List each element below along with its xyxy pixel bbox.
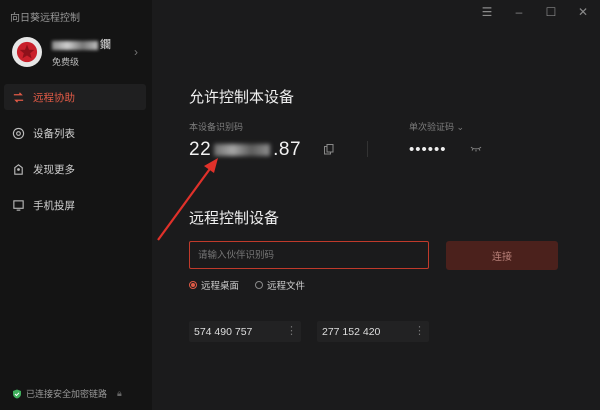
sidebar: 向日葵远程控制 鑭 免费级 › 远程协助 设备列表 发现更多 手机投屏 已连接安… <box>0 0 152 410</box>
avatar <box>12 37 42 67</box>
password-label[interactable]: 单次验证码 ⌄ <box>409 120 464 133</box>
red-arrow-annotation <box>157 158 218 241</box>
recent-device-2[interactable]: 277 152 420 ⋮ <box>317 321 429 342</box>
mode-selector: 远程桌面 远程文件 <box>189 278 305 292</box>
remote-assist-icon <box>13 91 24 103</box>
screen-mirror-icon <box>13 199 24 211</box>
nav-label: 设备列表 <box>33 127 75 140</box>
recent-device-1[interactable]: 574 490 757 ⋮ <box>189 321 301 342</box>
app-title: 向日葵远程控制 <box>10 13 80 24</box>
account-tier: 免费级 <box>52 57 80 67</box>
discover-icon <box>14 163 23 175</box>
allow-control-title: 允许控制本设备 <box>189 89 295 106</box>
more-options-icon[interactable]: ⋮ <box>414 324 425 337</box>
nav-item-discover[interactable]: 发现更多 <box>4 156 146 182</box>
nav-label: 发现更多 <box>33 163 75 176</box>
radio-remote-file[interactable]: 远程文件 <box>255 278 305 292</box>
username-redacted <box>52 40 98 50</box>
chevron-down-icon: ⌄ <box>456 122 465 132</box>
eye-hidden-icon[interactable] <box>470 142 482 154</box>
chevron-right-icon[interactable]: › <box>134 45 138 59</box>
partner-id-input[interactable] <box>189 241 429 269</box>
copy-icon[interactable] <box>324 144 334 155</box>
nav-item-remote-assist[interactable]: 远程协助 <box>4 84 146 110</box>
status-text: 已连接安全加密链路 <box>26 389 108 399</box>
one-time-password: •••••• <box>409 141 447 158</box>
nav-label: 远程协助 <box>33 91 75 104</box>
shield-check-icon <box>13 389 21 398</box>
lock-icon: 🔒︎ <box>117 388 122 398</box>
nav-item-device-list[interactable]: 设备列表 <box>4 120 146 146</box>
device-list-icon <box>12 127 25 139</box>
radio-unselected-icon <box>255 281 264 289</box>
radio-remote-desktop[interactable]: 远程桌面 <box>189 278 239 292</box>
radio-selected-icon <box>189 281 197 289</box>
device-code-label: 本设备识别码 <box>189 122 244 132</box>
connect-button[interactable]: 连接 <box>446 241 558 270</box>
nav-label: 手机投屏 <box>33 199 75 212</box>
star-avatar-icon <box>16 41 38 63</box>
profile-card[interactable]: 鑭 免费级 › <box>12 35 142 69</box>
connection-status: 已连接安全加密链路 🔒︎ <box>12 387 122 400</box>
username: 鑭 <box>52 36 112 52</box>
divider <box>367 141 368 157</box>
nav-item-screen-mirror[interactable]: 手机投屏 <box>4 192 146 218</box>
sidebar-nav: 远程协助 设备列表 发现更多 手机投屏 <box>4 84 146 228</box>
more-options-icon[interactable]: ⋮ <box>286 324 297 337</box>
